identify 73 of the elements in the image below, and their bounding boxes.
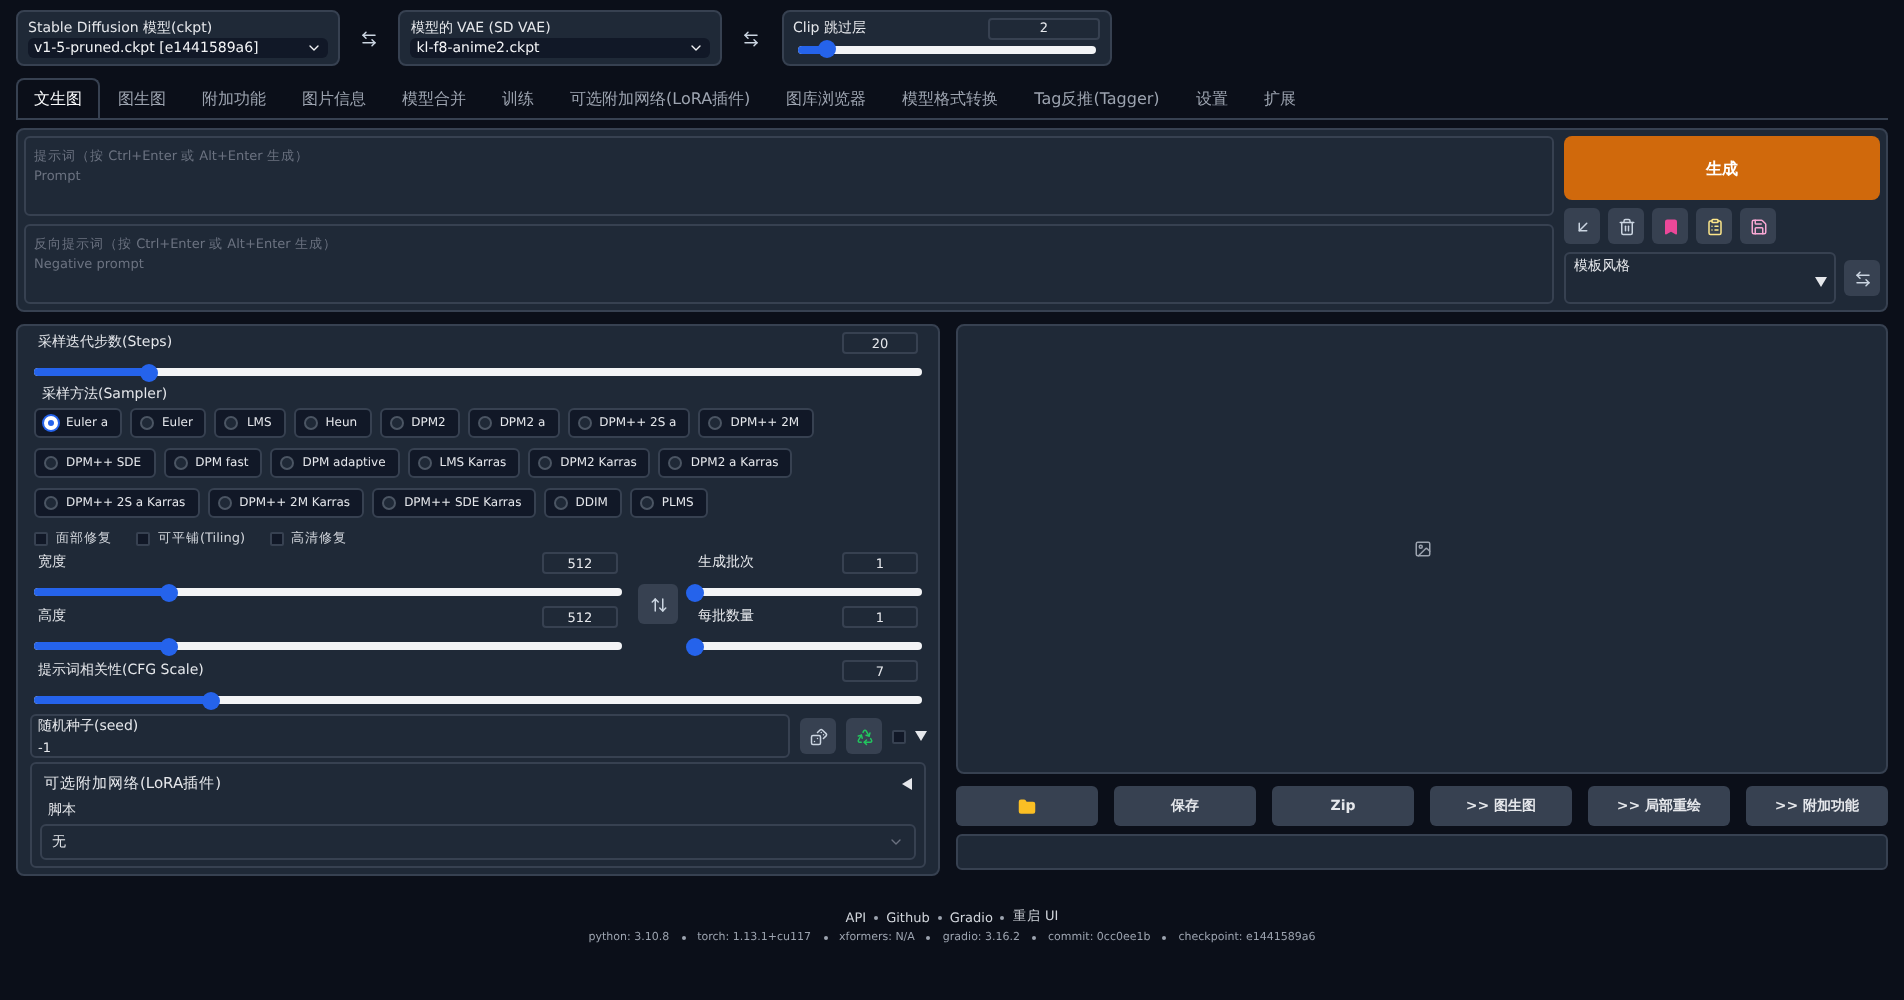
caret-icon: [1815, 277, 1827, 287]
folder-icon: [1018, 797, 1036, 815]
radio-dot[interactable]: [44, 496, 58, 510]
tab[interactable]: 训练: [484, 78, 552, 118]
radio-dot[interactable]: [708, 416, 723, 430]
image-icon: [1413, 540, 1431, 558]
slider-thumb[interactable]: [202, 691, 221, 709]
clipboard-icon: [1705, 217, 1723, 235]
steps-slider[interactable]: [34, 368, 922, 376]
generate-button[interactable]: 生成: [1564, 136, 1880, 200]
chevron-icon: [888, 834, 904, 850]
slider-thumb[interactable]: [817, 40, 836, 58]
tab[interactable]: 模型合并: [384, 78, 484, 118]
radio-dot[interactable]: [389, 416, 404, 430]
tab[interactable]: 图库浏览器: [768, 78, 885, 118]
tab[interactable]: 模型格式转换: [884, 78, 1017, 118]
checkbox[interactable]: [892, 729, 906, 743]
radio-dot[interactable]: [553, 496, 568, 510]
radio-dot[interactable]: [44, 456, 58, 470]
radio-dot[interactable]: [577, 416, 592, 430]
radio-dot[interactable]: [173, 456, 188, 470]
checkbox[interactable]: [34, 532, 48, 546]
arrow-button[interactable]: [1564, 208, 1600, 244]
radio-dot[interactable]: [639, 496, 654, 510]
width-slider[interactable]: [34, 588, 622, 596]
slider-thumb[interactable]: [160, 583, 179, 601]
clip-skip-slider[interactable]: [797, 45, 1096, 53]
swap-icon: [649, 595, 667, 613]
swap-icon: [742, 29, 761, 47]
swap-icon: [1853, 269, 1871, 287]
dice-button[interactable]: [800, 718, 836, 754]
radio-dot[interactable]: [280, 456, 295, 470]
height-slider[interactable]: [34, 642, 622, 650]
slider-thumb[interactable]: [685, 583, 703, 601]
checkbox[interactable]: [269, 532, 284, 546]
radio-dot[interactable]: [477, 416, 492, 430]
arrow-icon: [1573, 217, 1591, 235]
radio-dot[interactable]: [140, 416, 155, 430]
radio-dot[interactable]: [668, 456, 683, 470]
tab[interactable]: 文生图: [16, 78, 100, 118]
bookmark-icon: [1661, 217, 1679, 235]
save-button[interactable]: [1740, 208, 1776, 244]
caret-icon: [915, 731, 927, 741]
bookmark-button[interactable]: [1652, 208, 1688, 244]
clipboard-button[interactable]: [1696, 208, 1732, 244]
tab[interactable]: 设置: [1177, 78, 1246, 118]
tab[interactable]: Tag反推(Tagger): [1016, 78, 1178, 118]
recycle-button[interactable]: [846, 718, 882, 754]
tab[interactable]: 可选附加网络(LoRA插件): [552, 78, 769, 118]
swap-button[interactable]: [1844, 260, 1880, 296]
slider-thumb[interactable]: [140, 363, 159, 381]
tab[interactable]: 图生图: [100, 78, 184, 118]
swap-icon: [359, 29, 378, 47]
trash-button[interactable]: [1608, 208, 1644, 244]
slider-thumb[interactable]: [685, 637, 703, 655]
dice-icon: [809, 727, 827, 745]
folder-button[interactable]: [956, 786, 1098, 826]
swap-size-button[interactable]: [638, 584, 678, 624]
tab[interactable]: 扩展: [1245, 78, 1314, 118]
tab[interactable]: 附加功能: [184, 78, 284, 118]
cfg-scale-slider[interactable]: [34, 696, 922, 704]
trash-icon: [1617, 217, 1635, 235]
radio-dot[interactable]: [382, 496, 397, 510]
radio-dot[interactable]: [417, 456, 432, 470]
tab[interactable]: 图片信息: [284, 78, 384, 118]
radio-dot[interactable]: [224, 416, 239, 430]
radio-dot[interactable]: [303, 416, 318, 430]
slider-thumb[interactable]: [160, 637, 179, 655]
save-icon: [1749, 217, 1767, 235]
recycle-icon: [855, 727, 873, 745]
radio-dot[interactable]: [217, 496, 232, 510]
radio-dot[interactable]: [538, 456, 553, 470]
checkbox[interactable]: [136, 532, 150, 546]
